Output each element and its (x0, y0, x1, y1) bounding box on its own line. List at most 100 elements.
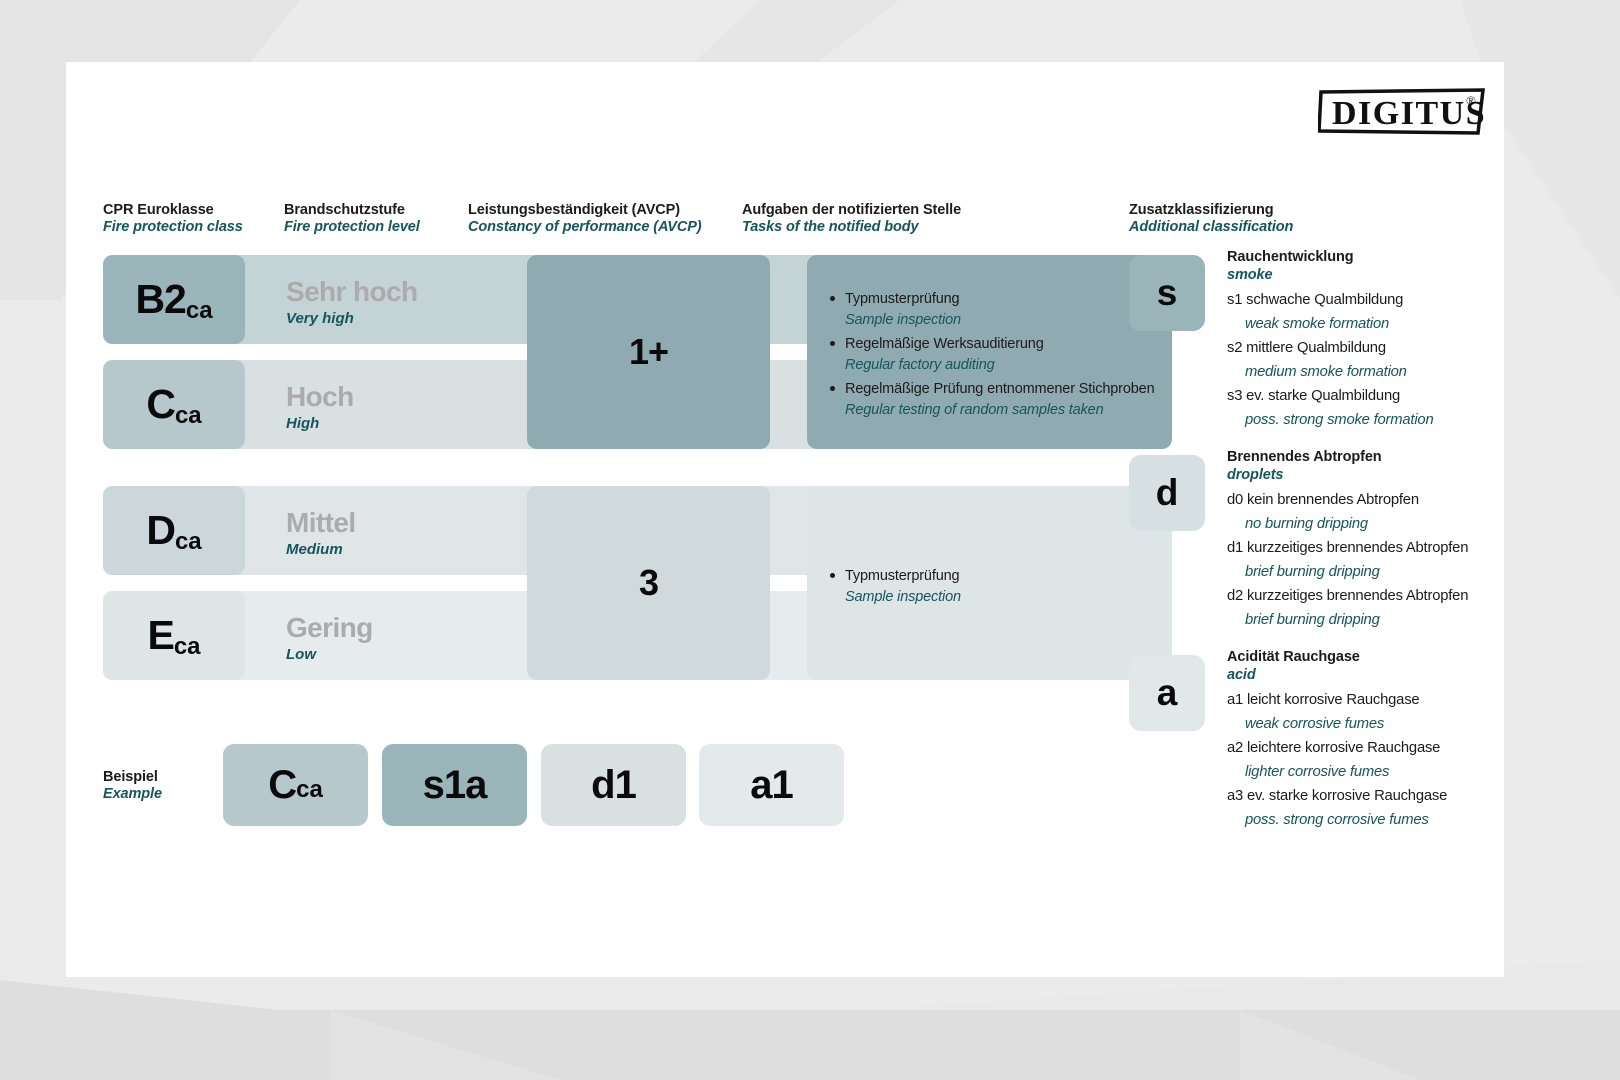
task-de: Typmusterprüfung (845, 568, 960, 584)
additional-row-de: d0 kein brennendes Abtropfen (1227, 492, 1419, 508)
additional-row-en: medium smoke formation (1245, 364, 1407, 380)
class-chip-eca[interactable]: Eca (103, 591, 245, 680)
additional-row-de: s1 schwache Qualmbildung (1227, 292, 1404, 308)
additional-rows: d0 kein brennendes Abtropfen no burning … (1227, 488, 1557, 632)
additional-row-de: d1 kurzzeitiges brennendes Abtropfen (1227, 540, 1469, 556)
classification-matrix: B2ca Cca Dca Eca Sehr hoch Very high Hoc… (103, 255, 1172, 695)
content-sheet: DIGITUS ® CPR Euroklasse Fire protection… (66, 62, 1504, 977)
task-en: Sample inspection (845, 312, 961, 328)
additional-group-droplets: d Brennendes Abtropfen droplets d0 kein … (1129, 449, 1549, 655)
column-header-de: Aufgaben der notifizierten Stelle (742, 202, 962, 218)
example-chip-a1[interactable]: a1 (699, 744, 844, 826)
additional-row: a3 ev. starke korrosive Rauchgase poss. … (1227, 784, 1557, 832)
additional-row-en: no burning dripping (1245, 516, 1368, 532)
avcp-box-1plus[interactable]: 1+ (527, 255, 770, 449)
level-label-de: Gering (286, 612, 373, 643)
example-chip-d1[interactable]: d1 (541, 744, 686, 826)
column-header-protection-level: Brandschutzstufe Fire protection level (284, 202, 420, 236)
bullet-icon (830, 386, 835, 391)
level-label-de: Hoch (286, 381, 354, 412)
additional-row-de: d2 kurzzeitiges brennendes Abtropfen (1227, 588, 1469, 604)
bullet-icon (830, 573, 835, 578)
additional-row: d1 kurzzeitiges brennendes Abtropfen bri… (1227, 536, 1557, 584)
additional-row-de: s3 ev. starke Qualmbildung (1227, 388, 1400, 404)
column-header-en: Constancy of performance (AVCP) (468, 219, 702, 235)
additional-row-en: weak corrosive fumes (1245, 716, 1385, 732)
notified-body-tasks-avcp1plus: Typmusterprüfung Sample inspection Regel… (807, 255, 1172, 449)
additional-classification-list: s Rauchentwicklung smoke s1 schwache Qua… (1129, 249, 1549, 855)
class-chip-label: Cca (146, 381, 202, 429)
additional-row: s3 ev. starke Qualmbildung poss. strong … (1227, 384, 1557, 432)
additional-row: d0 kein brennendes Abtropfen no burning … (1227, 488, 1557, 536)
class-chip-cca[interactable]: Cca (103, 360, 245, 449)
additional-row-en: weak smoke formation (1245, 316, 1390, 332)
example-chip-cca[interactable]: Cca (223, 744, 368, 826)
additional-row-de: a3 ev. starke korrosive Rauchgase (1227, 788, 1448, 804)
additional-title-de: Acidität Rauchgase (1227, 649, 1360, 665)
example-chip-s1a[interactable]: s1a (382, 744, 527, 826)
additional-title-en: acid (1227, 667, 1256, 683)
task-item: Typmusterprüfung Sample inspection (829, 289, 1154, 331)
column-header-en: Additional classification (1129, 219, 1294, 235)
additional-row: a2 leichtere korrosive Rauchgase lighter… (1227, 736, 1557, 784)
additional-row: d2 kurzzeitiges brennendes Abtropfen bri… (1227, 584, 1557, 632)
additional-body: Rauchentwicklung smoke s1 schwache Qualm… (1227, 248, 1557, 432)
avcp-value: 3 (638, 562, 659, 603)
additional-body: Acidität Rauchgase acid a1 leicht korros… (1227, 648, 1557, 832)
example-label-en: Example (103, 786, 162, 802)
task-en: Regular factory auditing (845, 357, 995, 373)
additional-row-de: a1 leicht korrosive Rauchgase (1227, 692, 1420, 708)
column-header-en: Fire protection class (103, 219, 243, 235)
avcp-value: 1+ (628, 331, 669, 372)
column-header-de: CPR Euroklasse (103, 202, 214, 218)
digitus-logo: DIGITUS ® (1318, 88, 1486, 136)
avcp-box-3[interactable]: 3 (527, 486, 770, 680)
logo-wordmark: DIGITUS (1332, 95, 1486, 132)
additional-row-de: s2 mittlere Qualmbildung (1227, 340, 1386, 356)
additional-title-de: Rauchentwicklung (1227, 249, 1354, 265)
level-label-de: Mittel (286, 507, 356, 538)
additional-badge-a[interactable]: a (1129, 655, 1205, 731)
class-chip-b2ca[interactable]: B2ca (103, 255, 245, 344)
additional-body: Brennendes Abtropfen droplets d0 kein br… (1227, 448, 1557, 632)
additional-badge-d[interactable]: d (1129, 455, 1205, 531)
protection-level-medium: Mittel Medium (286, 508, 356, 560)
class-chip-dca[interactable]: Dca (103, 486, 245, 575)
example-row: Beispiel Example Cca s1a d1 a1 (103, 744, 863, 826)
logo-trademark-icon: ® (1466, 93, 1476, 108)
additional-rows: a1 leicht korrosive Rauchgase weak corro… (1227, 688, 1557, 832)
protection-level-high: Hoch High (286, 382, 354, 434)
column-header-cpr-class: CPR Euroklasse Fire protection class (103, 202, 243, 236)
class-chip-label: B2ca (135, 276, 213, 324)
level-label-en: Medium (286, 541, 343, 558)
additional-title-de: Brennendes Abtropfen (1227, 449, 1382, 465)
additional-title-en: droplets (1227, 467, 1284, 483)
example-label-de: Beispiel (103, 769, 158, 785)
class-chip-label: Eca (147, 612, 201, 660)
additional-row-en: brief burning dripping (1245, 564, 1380, 580)
column-header-avcp: Leistungsbeständigkeit (AVCP) Constancy … (468, 202, 702, 236)
example-label: Beispiel Example (103, 769, 162, 803)
additional-rows: s1 schwache Qualmbildung weak smoke form… (1227, 288, 1557, 432)
level-label-en: High (286, 415, 320, 432)
protection-level-low: Gering Low (286, 613, 373, 665)
task-en: Sample inspection (845, 589, 961, 605)
additional-row: s1 schwache Qualmbildung weak smoke form… (1227, 288, 1557, 336)
task-item: Regelmäßige Werksauditierung Regular fac… (829, 334, 1154, 376)
bullet-icon (830, 341, 835, 346)
task-de: Regelmäßige Prüfung entnommener Stichpro… (845, 381, 1155, 397)
additional-row-en: lighter corrosive fumes (1245, 764, 1390, 780)
protection-level-very-high: Sehr hoch Very high (286, 277, 418, 329)
additional-row: s2 mittlere Qualmbildung medium smoke fo… (1227, 336, 1557, 384)
level-label-en: Very high (286, 310, 354, 327)
bullet-icon (830, 296, 835, 301)
column-header-de: Zusatzklassifizierung (1129, 202, 1274, 218)
class-chip-label: Dca (146, 507, 202, 555)
column-header-additional-classification: Zusatzklassifizierung Additional classif… (1129, 202, 1293, 236)
additional-title-en: smoke (1227, 267, 1273, 283)
additional-row-en: poss. strong smoke formation (1245, 412, 1434, 428)
level-label-en: Low (286, 646, 316, 663)
additional-row: a1 leicht korrosive Rauchgase weak corro… (1227, 688, 1557, 736)
level-label-de: Sehr hoch (286, 276, 418, 307)
additional-badge-s[interactable]: s (1129, 255, 1205, 331)
